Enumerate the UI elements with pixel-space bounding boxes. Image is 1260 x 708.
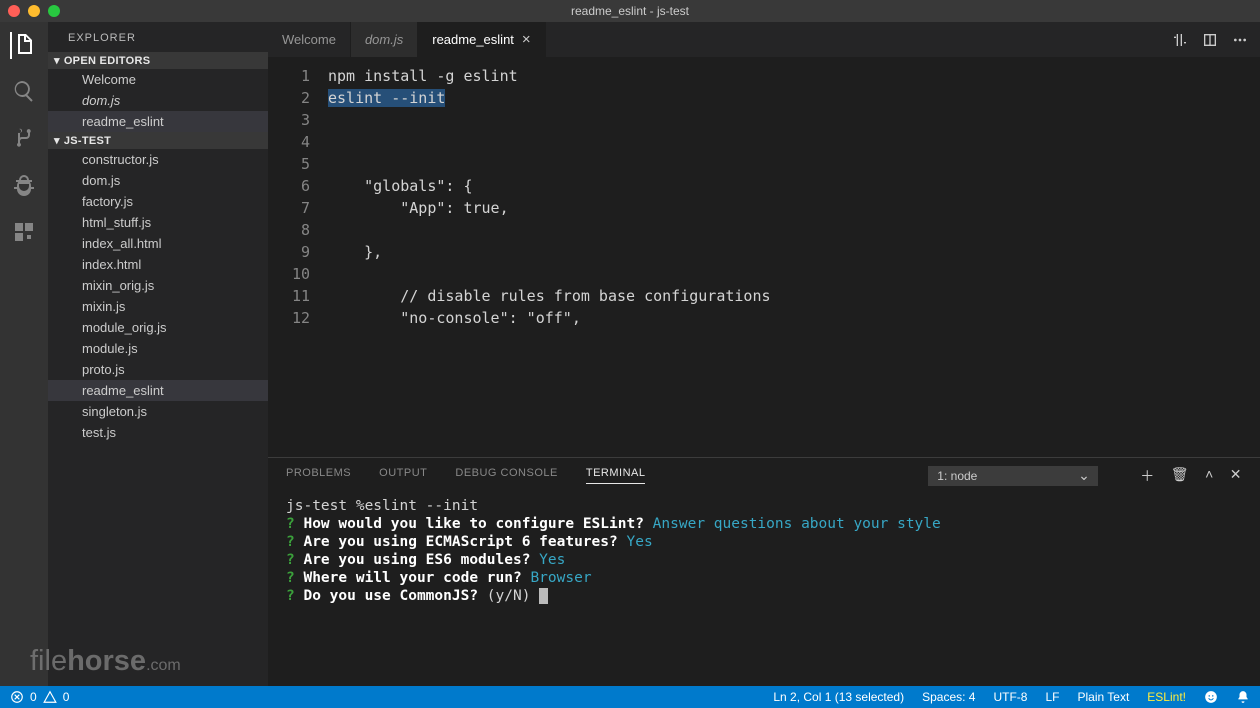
open-editors-label: OPEN EDITORS bbox=[64, 55, 151, 67]
file-item[interactable]: factory.js bbox=[48, 191, 268, 212]
panel-actions: ＋ 🗑 ˄ ✕ bbox=[1140, 466, 1242, 486]
panel-tab[interactable]: OUTPUT bbox=[379, 467, 427, 484]
file-item[interactable]: proto.js bbox=[48, 359, 268, 380]
activity-scm[interactable] bbox=[12, 126, 36, 153]
error-icon bbox=[10, 690, 24, 704]
panel-tab[interactable]: DEBUG CONSOLE bbox=[455, 467, 557, 484]
watermark: filehorse.com bbox=[30, 645, 181, 678]
status-bar: 0 0 Ln 2, Col 1 (13 selected) Spaces: 4 … bbox=[0, 686, 1260, 708]
open-editors-list: Welcomedom.jsreadme_eslint bbox=[48, 69, 268, 132]
editor[interactable]: 123456789101112 npm install -g eslintesl… bbox=[268, 57, 1260, 457]
status-encoding[interactable]: UTF-8 bbox=[993, 690, 1027, 704]
branch-icon bbox=[12, 126, 36, 150]
panel-tab[interactable]: PROBLEMS bbox=[286, 467, 351, 484]
new-terminal-icon[interactable]: ＋ bbox=[1140, 466, 1155, 486]
activity-bar bbox=[0, 22, 48, 686]
file-item[interactable]: module_orig.js bbox=[48, 317, 268, 338]
files-icon bbox=[12, 32, 36, 56]
file-item[interactable]: dom.js bbox=[48, 170, 268, 191]
kill-terminal-icon[interactable]: 🗑 bbox=[1171, 466, 1189, 486]
file-item[interactable]: test.js bbox=[48, 422, 268, 443]
editor-group: Welcomedom.jsreadme_eslint× 123456789101… bbox=[268, 22, 1260, 686]
activity-debug[interactable] bbox=[12, 173, 36, 200]
chevron-down-icon: ▾ bbox=[54, 54, 60, 67]
titlebar: readme_eslint - js-test bbox=[0, 0, 1260, 22]
notifications-icon[interactable] bbox=[1236, 690, 1250, 704]
extensions-icon bbox=[12, 220, 36, 244]
open-editor-item[interactable]: Welcome bbox=[48, 69, 268, 90]
panel-tabs: PROBLEMS OUTPUT DEBUG CONSOLE TERMINAL 1: n… bbox=[268, 458, 1260, 493]
file-list: constructor.jsdom.jsfactory.jshtml_stuff… bbox=[48, 149, 268, 443]
terminal-selector[interactable]: 1: node bbox=[928, 466, 1098, 486]
open-editor-item[interactable]: readme_eslint bbox=[48, 111, 268, 132]
warning-count: 0 bbox=[63, 690, 70, 704]
close-tab-icon[interactable]: × bbox=[522, 31, 531, 48]
activity-explorer[interactable] bbox=[10, 32, 36, 59]
open-editor-item[interactable]: dom.js bbox=[48, 90, 268, 111]
compare-icon[interactable] bbox=[1172, 32, 1188, 48]
warning-icon bbox=[43, 690, 57, 704]
project-label: JS-TEST bbox=[64, 135, 111, 147]
status-cursor[interactable]: Ln 2, Col 1 (13 selected) bbox=[773, 690, 904, 704]
file-item[interactable]: constructor.js bbox=[48, 149, 268, 170]
editor-tab[interactable]: dom.js bbox=[351, 22, 418, 57]
feedback-icon[interactable] bbox=[1204, 690, 1218, 704]
file-item[interactable]: mixin.js bbox=[48, 296, 268, 317]
tab-actions bbox=[1172, 22, 1260, 57]
panel-tab[interactable]: TERMINAL bbox=[586, 467, 646, 484]
open-editors-header[interactable]: ▾ OPEN EDITORS bbox=[48, 52, 268, 69]
editor-tab[interactable]: Welcome bbox=[268, 22, 351, 57]
project-header[interactable]: ▾ JS-TEST bbox=[48, 132, 268, 149]
bottom-panel: PROBLEMS OUTPUT DEBUG CONSOLE TERMINAL 1: n… bbox=[268, 457, 1260, 686]
file-item[interactable]: html_stuff.js bbox=[48, 212, 268, 233]
status-problems[interactable]: 0 0 bbox=[10, 690, 69, 704]
status-indent[interactable]: Spaces: 4 bbox=[922, 690, 975, 704]
activity-extensions[interactable] bbox=[12, 220, 36, 247]
search-icon bbox=[12, 79, 36, 103]
chevron-down-icon: ▾ bbox=[54, 134, 60, 147]
status-eslint[interactable]: ESLint! bbox=[1147, 690, 1186, 704]
editor-tab[interactable]: readme_eslint× bbox=[418, 22, 545, 57]
code-content[interactable]: npm install -g eslinteslint --init "glob… bbox=[328, 57, 1260, 457]
sidebar-title: EXPLORER bbox=[48, 22, 268, 52]
file-item[interactable]: readme_eslint bbox=[48, 380, 268, 401]
file-item[interactable]: index.html bbox=[48, 254, 268, 275]
split-editor-icon[interactable] bbox=[1202, 32, 1218, 48]
activity-search[interactable] bbox=[12, 79, 36, 106]
tab-bar: Welcomedom.jsreadme_eslint× bbox=[268, 22, 1260, 57]
file-item[interactable]: index_all.html bbox=[48, 233, 268, 254]
status-language[interactable]: Plain Text bbox=[1077, 690, 1129, 704]
file-item[interactable]: mixin_orig.js bbox=[48, 275, 268, 296]
explorer-sidebar: EXPLORER ▾ OPEN EDITORS Welcomedom.jsrea… bbox=[48, 22, 268, 686]
line-numbers: 123456789101112 bbox=[268, 57, 328, 457]
file-item[interactable]: singleton.js bbox=[48, 401, 268, 422]
error-count: 0 bbox=[30, 690, 37, 704]
window-title: readme_eslint - js-test bbox=[0, 4, 1260, 18]
terminal[interactable]: js-test %eslint --init? How would you li… bbox=[268, 493, 1260, 686]
bug-icon bbox=[12, 173, 36, 197]
close-panel-icon[interactable]: ✕ bbox=[1230, 466, 1242, 486]
maximize-panel-icon[interactable]: ˄ bbox=[1205, 466, 1214, 486]
file-item[interactable]: module.js bbox=[48, 338, 268, 359]
more-icon[interactable] bbox=[1232, 32, 1248, 48]
status-eol[interactable]: LF bbox=[1045, 690, 1059, 704]
